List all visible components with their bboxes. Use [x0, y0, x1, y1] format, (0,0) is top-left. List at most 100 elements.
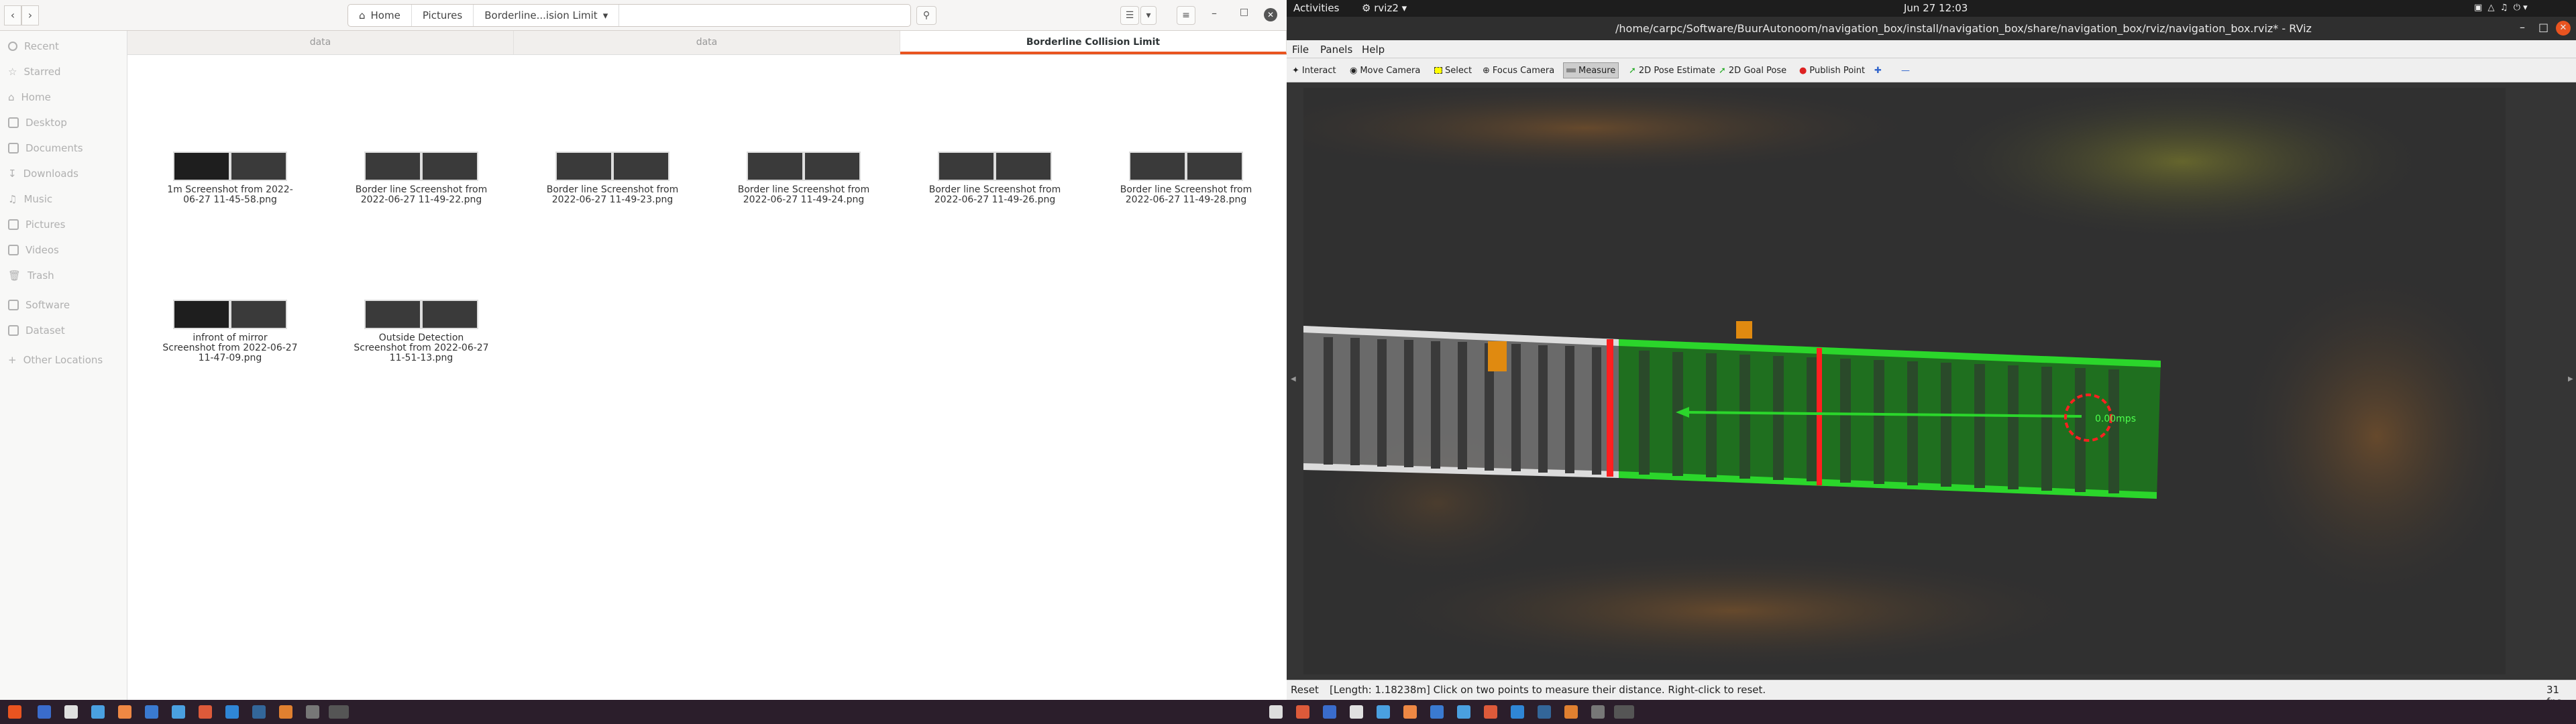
- rviz-taskbar-icon[interactable]: [1614, 705, 1634, 719]
- file-item[interactable]: infront of mirror Screenshot from 2022-06…: [153, 300, 307, 363]
- close-button[interactable]: ✕: [2556, 21, 2571, 36]
- document-icon[interactable]: [91, 705, 105, 719]
- app-icon[interactable]: [118, 705, 131, 719]
- obstacle-marker: [1736, 321, 1752, 339]
- tab-borderline[interactable]: Borderline Collision Limit: [900, 31, 1287, 54]
- file-item[interactable]: Border line Screenshot from 2022-06-27 11…: [1109, 152, 1263, 205]
- tab-data-1[interactable]: data: [127, 31, 514, 54]
- menu-button[interactable]: ≡: [1177, 6, 1195, 25]
- green-arrow-icon: ➚: [1719, 65, 1726, 76]
- tool-select[interactable]: Select: [1432, 62, 1474, 78]
- sidebar-item-documents[interactable]: Documents: [8, 142, 83, 154]
- clock[interactable]: Jun 27 12:03: [1904, 2, 1968, 14]
- chrome-icon[interactable]: [199, 705, 212, 719]
- terminal-icon[interactable]: [306, 705, 319, 719]
- activities-button[interactable]: Activities: [1293, 2, 1339, 14]
- menu-panels[interactable]: Panels: [1320, 44, 1352, 56]
- app-icon[interactable]: [172, 705, 185, 719]
- sidebar-item-recent[interactable]: Recent: [8, 40, 59, 52]
- right-panel-collapse[interactable]: ▶: [2568, 375, 2573, 383]
- rviz-taskbar-icon[interactable]: [329, 705, 349, 719]
- menu-file[interactable]: File: [1292, 44, 1309, 56]
- app-icon[interactable]: [252, 705, 266, 719]
- home-icon: ⌂: [8, 91, 15, 103]
- minimize-button[interactable]: –: [1212, 7, 1217, 19]
- app-icon[interactable]: [1323, 705, 1336, 719]
- file-item[interactable]: Outside Detection Screenshot from 2022-06…: [344, 300, 498, 363]
- ubuntu-icon[interactable]: [8, 705, 21, 719]
- remove-tool-button[interactable]: —: [1898, 62, 1913, 78]
- app-icon[interactable]: [145, 705, 158, 719]
- 3d-viewport[interactable]: 0.00mps: [1303, 88, 2506, 674]
- breadcrumb-home[interactable]: ⌂ Home: [348, 5, 412, 26]
- maximize-button[interactable]: □: [2538, 21, 2548, 34]
- sidebar-item-dataset[interactable]: Dataset: [8, 324, 65, 337]
- status-bar: Reset [Length: 1.18238m] Click on two po…: [1287, 680, 2576, 708]
- app-icon[interactable]: [1403, 705, 1417, 719]
- add-tool-button[interactable]: ✚: [1872, 62, 1884, 78]
- tool-label: 2D Goal Pose: [1728, 65, 1787, 76]
- tab-data-2[interactable]: data: [514, 31, 900, 54]
- sidebar-item-other-locations[interactable]: + Other Locations: [8, 354, 103, 366]
- tray-icons[interactable]: ▣ △ ♫ ⏻ ▾: [2474, 3, 2528, 13]
- sidebar-item-software[interactable]: Software: [8, 299, 70, 311]
- file-item[interactable]: Border line Screenshot from 2022-06-27 11…: [535, 152, 690, 205]
- sidebar-item-label: Software: [25, 299, 70, 311]
- vscode-icon[interactable]: [225, 705, 239, 719]
- minimize-button[interactable]: –: [2520, 21, 2525, 34]
- sidebar-item-desktop[interactable]: Desktop: [8, 117, 67, 129]
- tool-2d-pose-estimate[interactable]: ➚ 2D Pose Estimate: [1626, 62, 1718, 78]
- files-icon[interactable]: [1350, 705, 1363, 719]
- sidebar-item-home[interactable]: ⌂ Home: [8, 91, 51, 103]
- file-thumbnail: [747, 152, 861, 181]
- file-name: infront of mirror Screenshot from 2022-06…: [162, 333, 298, 363]
- collision-line: [1817, 348, 1822, 485]
- sidebar-item-downloads[interactable]: ↧ Downloads: [8, 168, 78, 180]
- tool-focus-camera[interactable]: ⊕ Focus Camera: [1480, 62, 1557, 78]
- app-icon[interactable]: [1564, 705, 1578, 719]
- window-icon[interactable]: [38, 705, 51, 719]
- view-options-button[interactable]: ▾: [1140, 6, 1157, 25]
- menu-help[interactable]: Help: [1362, 44, 1385, 56]
- pointcloud-scene: 0.00mps: [1303, 88, 2506, 674]
- app-icon[interactable]: [279, 705, 292, 719]
- sidebar-item-videos[interactable]: Videos: [8, 244, 59, 256]
- tool-move-camera[interactable]: ◉ Move Camera: [1347, 62, 1423, 78]
- tool-interact[interactable]: ✦ Interact: [1289, 62, 1339, 78]
- app-icon[interactable]: [1538, 705, 1551, 719]
- sidebar-item-trash[interactable]: 🗑 Trash: [8, 269, 54, 282]
- app-menu[interactable]: ⚙ rviz2 ▾: [1362, 2, 1407, 14]
- tool-measure[interactable]: Measure: [1563, 62, 1619, 78]
- tool-2d-goal-pose[interactable]: ➚ 2D Goal Pose: [1716, 62, 1789, 78]
- app-icon[interactable]: [1296, 705, 1309, 719]
- camera-icon: ◉: [1350, 65, 1358, 76]
- sidebar-item-pictures[interactable]: Pictures: [8, 219, 65, 231]
- vscode-icon[interactable]: [1511, 705, 1524, 719]
- app-icon[interactable]: [1430, 705, 1444, 719]
- search-button[interactable]: ⚲: [916, 6, 936, 25]
- breadcrumb-pictures[interactable]: Pictures: [412, 5, 474, 26]
- tool-publish-point[interactable]: ● Publish Point: [1796, 62, 1868, 78]
- maximize-button[interactable]: □: [1240, 7, 1248, 17]
- close-button[interactable]: ✕: [1264, 8, 1277, 21]
- forward-button[interactable]: ›: [21, 5, 39, 25]
- document-icon[interactable]: [1377, 705, 1390, 719]
- terminal-icon[interactable]: [1591, 705, 1605, 719]
- file-item[interactable]: Border line Screenshot from 2022-06-27 11…: [918, 152, 1072, 205]
- reset-button[interactable]: Reset: [1291, 684, 1319, 696]
- chrome-icon[interactable]: [1484, 705, 1497, 719]
- app-icon[interactable]: [1457, 705, 1470, 719]
- breadcrumb-current[interactable]: Borderline...ision Limit ▾: [474, 5, 620, 26]
- file-item[interactable]: Border line Screenshot from 2022-06-27 11…: [344, 152, 498, 205]
- sidebar-item-starred[interactable]: ☆ Starred: [8, 66, 61, 78]
- file-item[interactable]: Border line Screenshot from 2022-06-27 11…: [727, 152, 881, 205]
- back-button[interactable]: ‹: [4, 5, 21, 25]
- sidebar-item-music[interactable]: ♫ Music: [8, 193, 52, 205]
- view-toggle-button[interactable]: ☰: [1120, 6, 1139, 25]
- file-item[interactable]: 1m Screenshot from 2022- 06-27 11-45-58.p…: [153, 152, 307, 205]
- file-name: Border line Screenshot from 2022-06-27 11…: [1120, 184, 1252, 205]
- left-panel-collapse[interactable]: ◀: [1291, 375, 1296, 383]
- app-icon[interactable]: [1269, 705, 1283, 719]
- files-icon[interactable]: [64, 705, 78, 719]
- gear-icon: ⚙: [1362, 2, 1371, 14]
